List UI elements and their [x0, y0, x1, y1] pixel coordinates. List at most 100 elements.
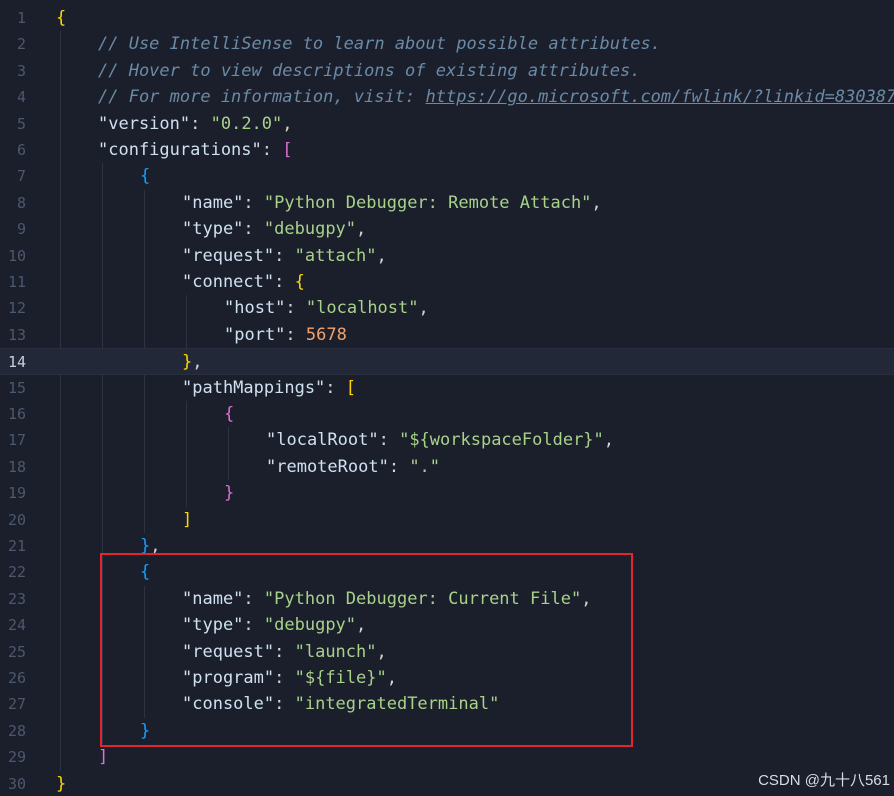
line-content: "host": "localhost", [224, 295, 429, 321]
code-token: , [591, 192, 602, 213]
annotation-highlight-box [100, 553, 633, 747]
code-token: : [243, 192, 264, 213]
code-line[interactable]: 11 "connect": { [0, 269, 894, 295]
line-number: 19 [7, 484, 26, 503]
code-token: : [243, 219, 264, 240]
code-token: } [182, 352, 193, 373]
code-line[interactable]: 16 { [0, 401, 894, 427]
code-token: : [325, 377, 346, 398]
code-line[interactable]: 5 "version": "0.2.0", [0, 111, 894, 137]
code-line[interactable]: 9 "type": "debugpy", [0, 216, 894, 242]
line-number: 10 [7, 246, 26, 265]
code-line[interactable]: 7{ [0, 163, 894, 189]
code-token: "Python Debugger: Remote Attach" [263, 192, 592, 213]
code-token: } [56, 773, 67, 794]
code-line[interactable]: 18 "remoteRoot": "." [0, 454, 894, 480]
code-line[interactable]: 13 "port": 5678 [0, 322, 894, 348]
line-content: "port": 5678 [224, 322, 347, 348]
code-token: [ [345, 377, 357, 398]
code-token: "debugpy" [263, 219, 357, 240]
line-number: 5 [16, 114, 26, 133]
line-number: 27 [7, 695, 26, 714]
line-content: // Hover to view descriptions of existin… [98, 58, 640, 84]
code-line[interactable]: 4 // For more information, visit: https:/… [0, 84, 894, 110]
line-content: "request": "attach", [182, 243, 387, 269]
line-number: 4 [16, 88, 26, 107]
code-token: "remoteRoot" [266, 456, 389, 477]
code-token: , [418, 298, 429, 319]
code-line[interactable]: 2 // Use IntelliSense to learn about poss… [0, 31, 894, 57]
line-number: 9 [16, 220, 26, 239]
code-token: "configurations" [98, 140, 262, 160]
code-token: : [388, 456, 410, 477]
code-token: "localRoot" [266, 430, 379, 451]
code-token: "localhost" [305, 298, 419, 319]
code-token: , [282, 113, 293, 134]
line-number: 26 [7, 669, 26, 687]
line-number: 30 [7, 774, 26, 793]
code-token: ] [98, 747, 109, 768]
code-line[interactable]: 29] [0, 744, 894, 770]
code-token: "version" [98, 113, 191, 134]
line-number: 14 [7, 353, 26, 372]
code-token: : [190, 113, 211, 134]
line-number: 2 [16, 35, 26, 54]
line-content: "remoteRoot": "." [266, 454, 440, 480]
link-text[interactable]: https://go.microsoft.com/fwlink/?linkid=… [426, 87, 894, 107]
line-number: 28 [7, 721, 26, 740]
code-token: "pathMappings" [182, 377, 326, 398]
line-content: "localRoot": "${workspaceFolder}", [266, 427, 614, 453]
code-token: { [294, 272, 305, 292]
code-token: : [285, 324, 306, 345]
code-token: // Hover to view descriptions of existin… [98, 60, 641, 81]
code-token: ] [182, 509, 193, 530]
line-number: 1 [16, 9, 26, 27]
line-content: // Use IntelliSense to learn about possi… [98, 31, 661, 57]
code-token: "connect" [182, 272, 275, 292]
code-token: "type" [182, 219, 244, 240]
code-token: "${workspaceFolder}" [399, 430, 604, 451]
watermark: CSDN @九十八561 [758, 772, 890, 789]
line-number: 29 [7, 748, 26, 767]
code-editor[interactable]: 1{2// Use IntelliSense to learn about po… [0, 0, 894, 796]
line-number: 11 [7, 273, 26, 291]
line-content: { [56, 5, 66, 31]
line-content: "type": "debugpy", [182, 216, 366, 242]
line-number: 18 [7, 457, 26, 476]
line-number: 12 [7, 299, 26, 318]
code-line[interactable]: 20] [0, 507, 894, 533]
code-line[interactable]: 12 "host": "localhost", [0, 295, 894, 321]
line-content: { [224, 401, 234, 427]
code-token: } [224, 483, 235, 504]
line-content: "configurations": [ [98, 137, 293, 163]
line-content: } [56, 771, 66, 796]
line-content: { [140, 163, 150, 189]
code-line[interactable]: 17 "localRoot": "${workspaceFolder}", [0, 427, 894, 453]
code-line[interactable]: 6 "configurations": [ [0, 137, 894, 163]
code-token: { [224, 404, 235, 424]
line-number: 23 [7, 589, 26, 608]
code-line[interactable]: 1{ [0, 5, 894, 31]
code-token: [ [282, 140, 293, 160]
code-token: : [261, 140, 283, 160]
code-token: "attach" [294, 245, 377, 266]
code-line[interactable]: 8 "name": "Python Debugger: Remote Attach… [0, 190, 894, 216]
line-content: ] [182, 507, 192, 533]
code-line[interactable]: 14}, [0, 348, 894, 375]
code-line[interactable]: 3 // Hover to view descriptions of existi… [0, 58, 894, 84]
line-content: } [224, 480, 234, 506]
code-line[interactable]: 15 "pathMappings": [ [0, 375, 894, 401]
code-token: // Use IntelliSense to learn about possi… [98, 34, 661, 55]
line-number: 13 [7, 325, 26, 344]
code-token: { [140, 166, 151, 187]
line-number: 25 [7, 642, 26, 661]
line-number: 7 [16, 167, 26, 186]
code-token: "request" [182, 245, 275, 266]
code-line[interactable]: 19} [0, 480, 894, 506]
code-token: : [274, 272, 295, 292]
code-token: , [192, 352, 203, 373]
line-content: }, [182, 349, 203, 375]
code-line[interactable]: 10 "request": "attach", [0, 243, 894, 269]
line-number: 20 [7, 510, 26, 529]
line-number: 8 [16, 193, 26, 212]
